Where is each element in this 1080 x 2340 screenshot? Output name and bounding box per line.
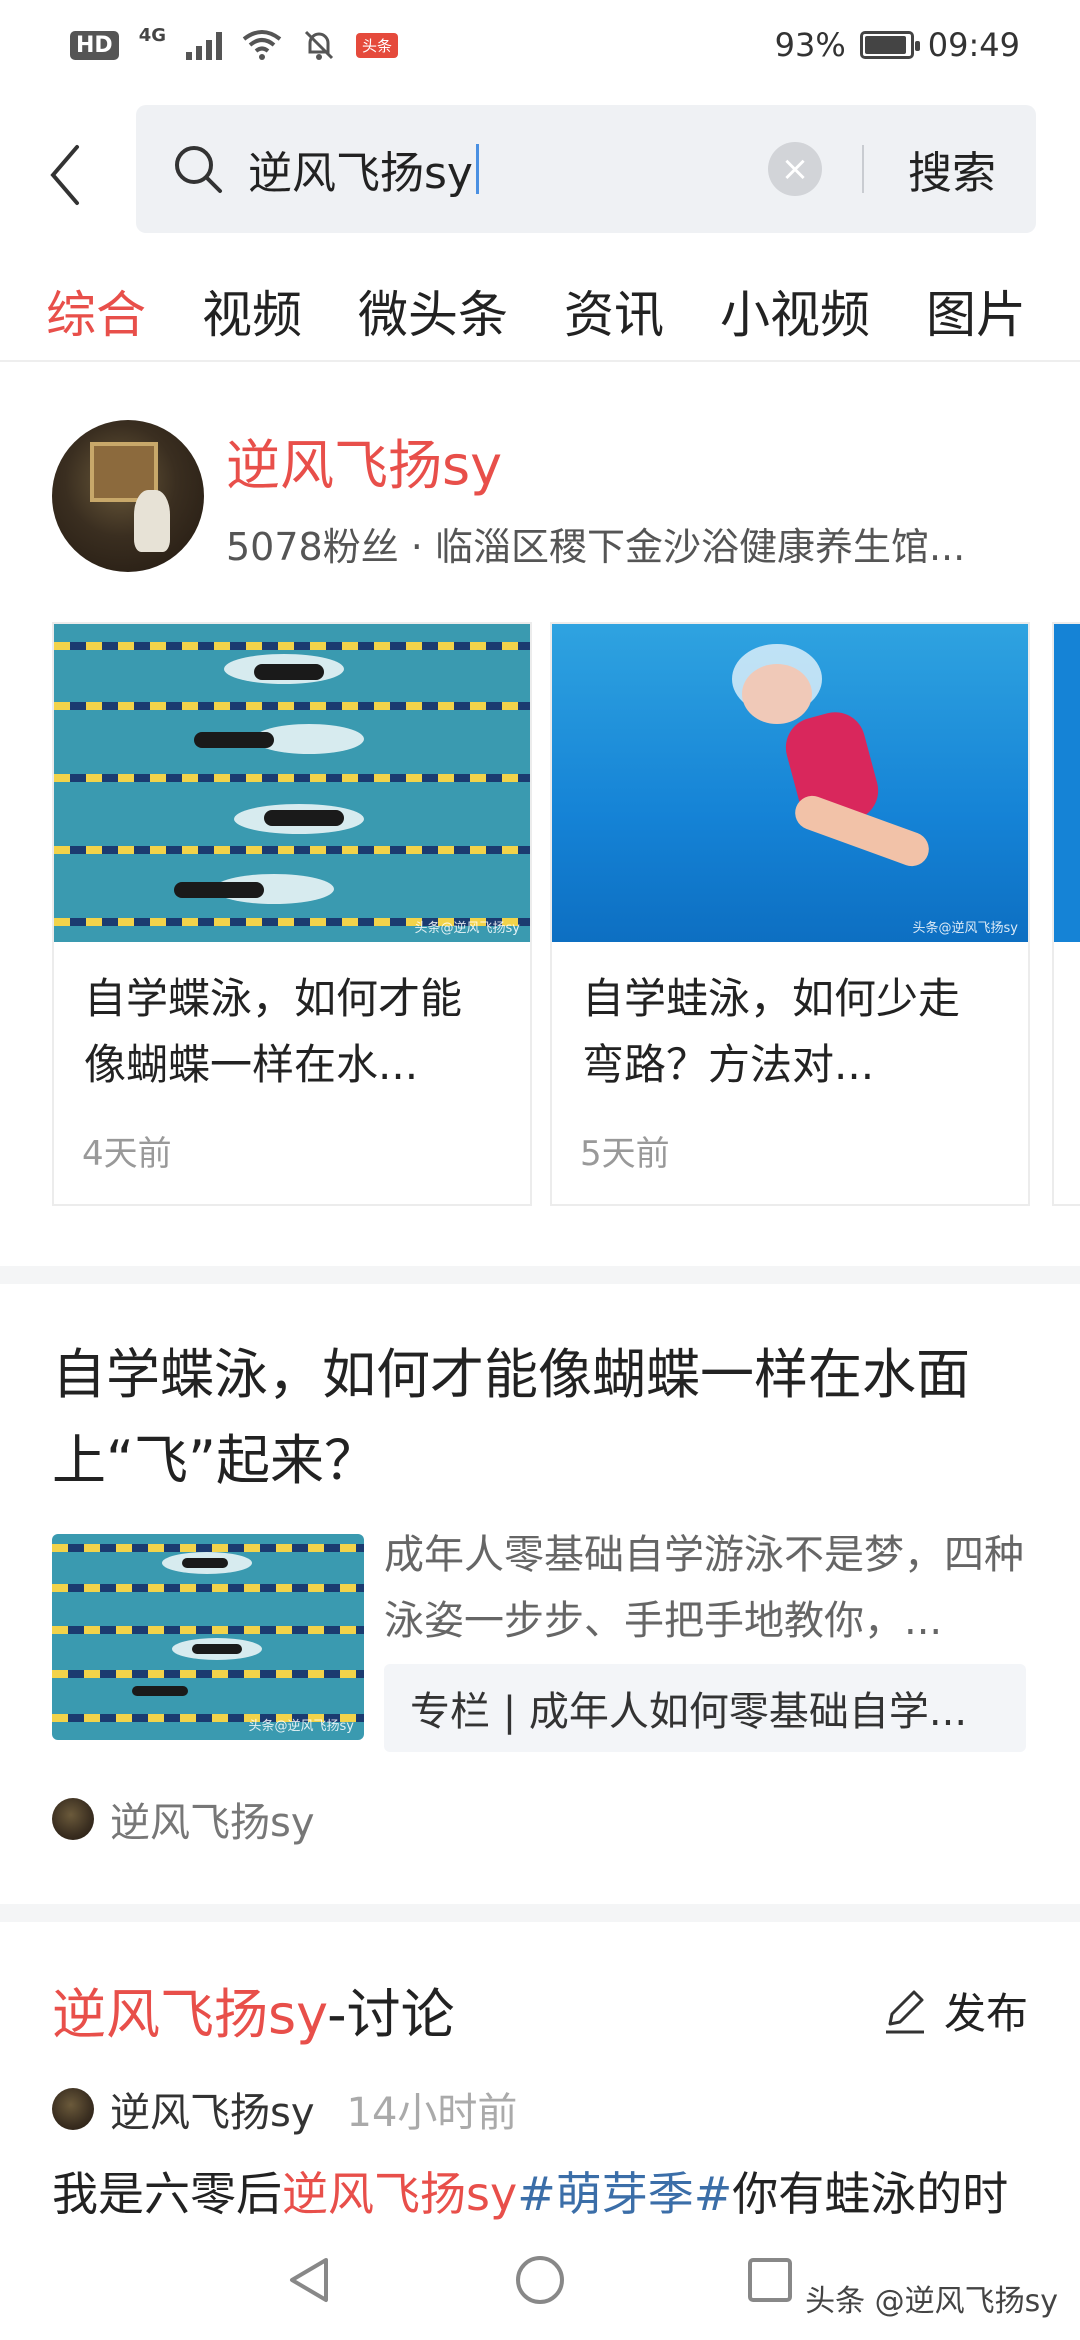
wifi-icon xyxy=(242,30,282,60)
article-abstract: 成年人零基础自学游泳不是梦，四种泳姿一步步、手把手地教你，... xyxy=(384,1532,1024,1644)
publish-label: 发布 xyxy=(943,1989,1028,2038)
tab-images[interactable]: 图片 xyxy=(926,275,1026,347)
article-card[interactable]: 头条@逆风飞扬sy 自学蛙泳，如何少走弯路？方法对... 5天前 xyxy=(550,622,1030,1206)
chevron-left-icon xyxy=(50,145,79,205)
search-divider xyxy=(862,145,864,193)
publish-button[interactable]: 发布 xyxy=(880,1980,1028,2041)
status-bar: HD 4G 头条 93% 09:49 xyxy=(0,0,1080,90)
clock: 09:49 xyxy=(927,26,1020,64)
article-author[interactable]: 逆风飞扬sy xyxy=(52,1790,315,1848)
author-name[interactable]: 逆风飞扬sy xyxy=(226,421,965,500)
post-text[interactable]: 我是六零后逆风飞扬sy#萌芽季#你有蛙泳的时 xyxy=(52,2158,1052,2224)
post-mention[interactable]: 逆风飞扬sy xyxy=(282,2167,517,2221)
clear-icon[interactable]: × xyxy=(768,142,822,196)
nav-back-button[interactable] xyxy=(280,2250,340,2310)
search-input[interactable]: 逆风飞扬sy xyxy=(248,137,479,201)
nav-recents-button[interactable] xyxy=(740,2250,800,2310)
post-meta: 逆风飞扬sy 14小时前 xyxy=(52,2080,517,2138)
category-tabs: 综合 视频 微头条 资讯 小视频 图片 xyxy=(0,262,1080,362)
search-button[interactable]: 搜索 xyxy=(908,137,996,201)
author-card[interactable]: 逆风飞扬sy 5078粉丝 · 临淄区稷下金沙浴健康养生馆... xyxy=(52,420,965,572)
discussion-title[interactable]: 逆风飞扬sy-讨论 xyxy=(52,1970,455,2049)
battery-percent: 93% xyxy=(774,26,846,64)
avatar[interactable] xyxy=(52,1798,94,1840)
thumbnail-watermark: 头条@逆风飞扬sy xyxy=(248,1719,354,1734)
circle-home-icon xyxy=(516,2256,564,2304)
card-title: 自学蝶泳，如何才能像蝴蝶一样在水... xyxy=(84,974,463,1089)
triangle-back-icon xyxy=(290,2258,328,2302)
text-caret xyxy=(475,144,479,194)
back-button[interactable] xyxy=(40,135,90,215)
thumbnail-watermark: 头条@逆风飞扬sy xyxy=(414,921,520,936)
avatar[interactable] xyxy=(52,2088,94,2130)
card-title: 自学蛙泳，如何少走弯路？方法对... xyxy=(582,974,961,1089)
article-thumbnail[interactable]: 头条@逆风飞扬sy xyxy=(52,1534,364,1740)
network-type: 4G xyxy=(138,24,166,46)
author-name[interactable]: 逆风飞扬sy xyxy=(110,1790,315,1848)
search-bar[interactable]: 逆风飞扬sy × 搜索 xyxy=(136,105,1036,233)
tab-video[interactable]: 视频 xyxy=(202,275,302,347)
article-card[interactable]: 头条@逆风飞扬sy 自学蝶泳，如何才能像蝴蝶一样在水... 4天前 xyxy=(52,622,532,1206)
post-time: 14小时前 xyxy=(346,2090,518,2136)
pencil-icon xyxy=(885,1990,924,2033)
app-notification-badge: 头条 xyxy=(356,32,399,58)
footer-watermark: 头条 @逆风飞扬sy xyxy=(805,2284,1058,2319)
signal-icon xyxy=(186,30,222,60)
column-link[interactable]: 专栏 | 成年人如何零基础自学... xyxy=(384,1664,1026,1752)
discussion-title-suffix: -讨论 xyxy=(327,1983,455,2046)
post-hashtag[interactable]: #萌芽季# xyxy=(517,2167,732,2221)
card-thumbnail: 头条@逆风飞扬sy xyxy=(54,624,530,942)
card-thumbnail: 头条@逆风飞扬sy xyxy=(552,624,1028,942)
tab-short-video[interactable]: 小视频 xyxy=(720,275,870,347)
system-nav-bar: 头条 @逆风飞扬sy xyxy=(0,2222,1080,2340)
hd-badge: HD xyxy=(70,30,119,60)
bell-muted-icon xyxy=(304,30,334,60)
tab-micro-headline[interactable]: 微头条 xyxy=(358,275,508,347)
card-time: 4天前 xyxy=(82,1134,172,1174)
card-time: 5天前 xyxy=(580,1134,670,1174)
avatar[interactable] xyxy=(52,420,204,572)
post-text-suffix: 你有蛙泳的时 xyxy=(732,2167,1009,2221)
tab-comprehensive[interactable]: 综合 xyxy=(46,275,146,347)
square-recents-icon xyxy=(748,2258,792,2302)
nav-home-button[interactable] xyxy=(510,2250,570,2310)
search-query-text: 逆风飞扬sy xyxy=(248,148,473,199)
post-author[interactable]: 逆风飞扬sy xyxy=(110,2080,315,2138)
article-card-peek[interactable] xyxy=(1052,622,1080,1206)
search-icon xyxy=(175,146,222,193)
tab-news[interactable]: 资讯 xyxy=(564,275,664,347)
discussion-title-highlight: 逆风飞扬sy xyxy=(52,1983,328,2046)
article-title[interactable]: 自学蝶泳，如何才能像蝴蝶一样在水面上“飞”起来？ xyxy=(52,1332,1042,1504)
section-divider xyxy=(0,1266,1080,1284)
post-text-prefix: 我是六零后 xyxy=(52,2167,282,2221)
author-meta: 5078粉丝 · 临淄区稷下金沙浴健康养生馆... xyxy=(226,525,966,569)
battery-icon xyxy=(859,31,920,59)
thumbnail-watermark: 头条@逆风飞扬sy xyxy=(912,921,1018,936)
section-divider xyxy=(0,1904,1080,1922)
